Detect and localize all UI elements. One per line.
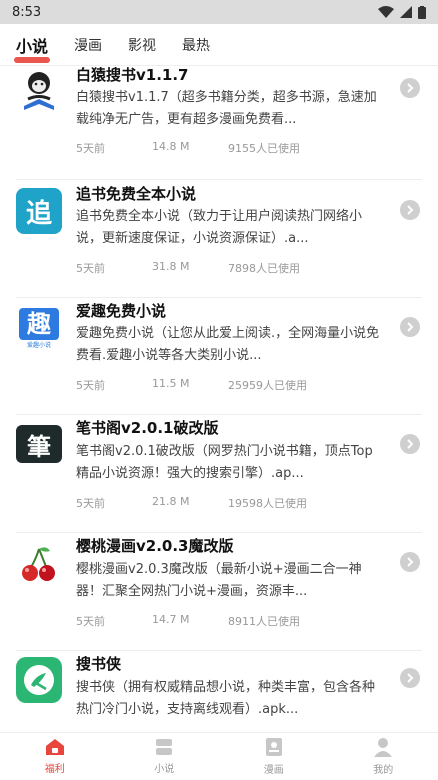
chevron-right-icon[interactable] (400, 317, 420, 337)
ape-reading-icon (16, 66, 62, 112)
comic-icon (265, 738, 282, 756)
battery-icon (418, 5, 426, 19)
app-meta: 5天前 21.8 M 19598人已使用 (76, 495, 307, 511)
app-meta: 5天前 14.8 M 9155人已使用 (76, 140, 300, 156)
list-item[interactable]: 追 追书免费全本小说 追书免费全本小说（致力于让用户阅读热门网络小说，更新速度保… (0, 180, 438, 298)
aiqu-logo-icon: 趣 爱趣小说 (16, 305, 62, 351)
chevron-right-icon[interactable] (400, 552, 420, 572)
app-meta: 5天前 31.8 M 7898人已使用 (76, 260, 300, 276)
app-description: 追书免费全本小说（致力于让用户阅读热门网络小说，更新速度保证，小说资源保证）.a… (76, 209, 363, 246)
usage-count: 19598人已使用 (228, 497, 307, 510)
tab-novel[interactable]: 小说 (13, 33, 51, 63)
app-meta: 5天前 11.5 M 25959人已使用 (76, 377, 307, 393)
file-size: 14.8 M (152, 140, 190, 153)
nav-label: 我的 (373, 765, 394, 776)
app-description: 搜书侠（拥有权威精品想小说，种类丰富，包含各种热门冷门小说，支持离线观看）.ap… (76, 680, 376, 717)
chevron-right-icon[interactable] (400, 434, 420, 454)
nav-label: 小说 (154, 764, 175, 775)
wifi-icon (378, 6, 394, 18)
app-list: 白猿搜书v1.1.7 白猿搜书v1.1.7（超多书籍分类，超多书源，急速加载纯净… (0, 66, 438, 732)
app-title: 追书免费全本小说 (76, 185, 197, 203)
app-description: 白猿搜书v1.1.7（超多书籍分类，超多书源，急速加载纯净无广告，更有超多漫画免… (76, 90, 377, 127)
file-size: 31.8 M (152, 260, 190, 273)
app-title: 爱趣免费小说 (76, 302, 167, 320)
nav-comic[interactable]: 漫画 (219, 733, 329, 780)
file-size: 11.5 M (152, 377, 190, 390)
person-icon (374, 738, 393, 757)
updated-time: 5天前 (76, 142, 105, 155)
usage-count: 25959人已使用 (228, 379, 307, 392)
app-title: 笔书阁v2.0.1破改版 (76, 419, 219, 437)
list-item[interactable]: 白猿搜书v1.1.7 白猿搜书v1.1.7（超多书籍分类，超多书源，急速加载纯净… (0, 66, 438, 180)
app-description: 爱趣免费小说（让您从此爱上阅读.，全网海量小说免费看.爱趣小说等各大类别小说..… (76, 326, 380, 363)
zhui-logo-icon: 追 (16, 188, 62, 234)
bishuge-logo-icon: 筆 (16, 425, 62, 463)
file-size: 21.8 M (152, 495, 190, 508)
list-item[interactable]: 筆 笔书阁v2.0.1破改版 笔书阁v2.0.1破改版（网罗热门小说书籍，顶点T… (0, 415, 438, 533)
nav-label: 福利 (44, 764, 65, 775)
list-item[interactable]: 搜书侠 搜书侠（拥有权威精品想小说，种类丰富，包含各种热门冷门小说，支持离线观看… (0, 651, 438, 732)
status-time: 8:53 (12, 4, 42, 20)
file-size: 14.7 M (152, 613, 190, 626)
chevron-right-icon[interactable] (400, 668, 420, 688)
app-description: 樱桃漫画v2.0.3魔改版（最新小说+漫画二合一神器！汇聚全网热门小说+漫画，资… (76, 562, 362, 599)
list-item[interactable]: 趣 爱趣小说 爱趣免费小说 爱趣免费小说（让您从此爱上阅读.，全网海量小说免费看… (0, 297, 438, 415)
updated-time: 5天前 (76, 497, 105, 510)
usage-count: 7898人已使用 (228, 262, 300, 275)
app-description: 笔书阁v2.0.1破改版（网罗热门小说书籍，顶点Top精品小说资源！强大的搜索引… (76, 444, 373, 481)
tab-video[interactable]: 影视 (128, 35, 156, 55)
updated-time: 5天前 (76, 615, 105, 628)
cherry-icon (16, 541, 62, 587)
updated-time: 5天前 (76, 262, 105, 275)
book-stack-icon (156, 739, 173, 755)
soushuxia-logo-icon (16, 657, 62, 703)
status-icons (378, 5, 426, 19)
nav-label: 漫画 (263, 765, 284, 776)
list-item[interactable]: 樱桃漫画v2.0.3魔改版 樱桃漫画v2.0.3魔改版（最新小说+漫画二合一神器… (0, 533, 438, 651)
chevron-right-icon[interactable] (400, 200, 420, 220)
app-title: 搜书侠 (76, 655, 122, 673)
usage-count: 8911人已使用 (228, 615, 300, 628)
nav-novel[interactable]: 小说 (110, 733, 220, 780)
category-tabs: 小说 漫画 影视 最热 (0, 24, 438, 66)
tab-comic[interactable]: 漫画 (74, 35, 102, 55)
usage-count: 9155人已使用 (228, 142, 300, 155)
chevron-right-icon[interactable] (400, 78, 420, 98)
nav-welfare[interactable]: 福利 (0, 733, 110, 780)
tab-hottest[interactable]: 最热 (182, 35, 210, 55)
app-meta: 5天前 14.7 M 8911人已使用 (76, 613, 300, 629)
app-title: 白猿搜书v1.1.7 (76, 66, 189, 84)
nav-mine[interactable]: 我的 (329, 733, 438, 780)
status-bar: 8:53 (0, 0, 438, 24)
home-icon (45, 739, 64, 755)
bottom-navigation: 福利 小说 漫画 我的 (0, 732, 438, 780)
app-title: 樱桃漫画v2.0.3魔改版 (76, 537, 234, 555)
signal-icon (400, 6, 412, 18)
updated-time: 5天前 (76, 379, 105, 392)
